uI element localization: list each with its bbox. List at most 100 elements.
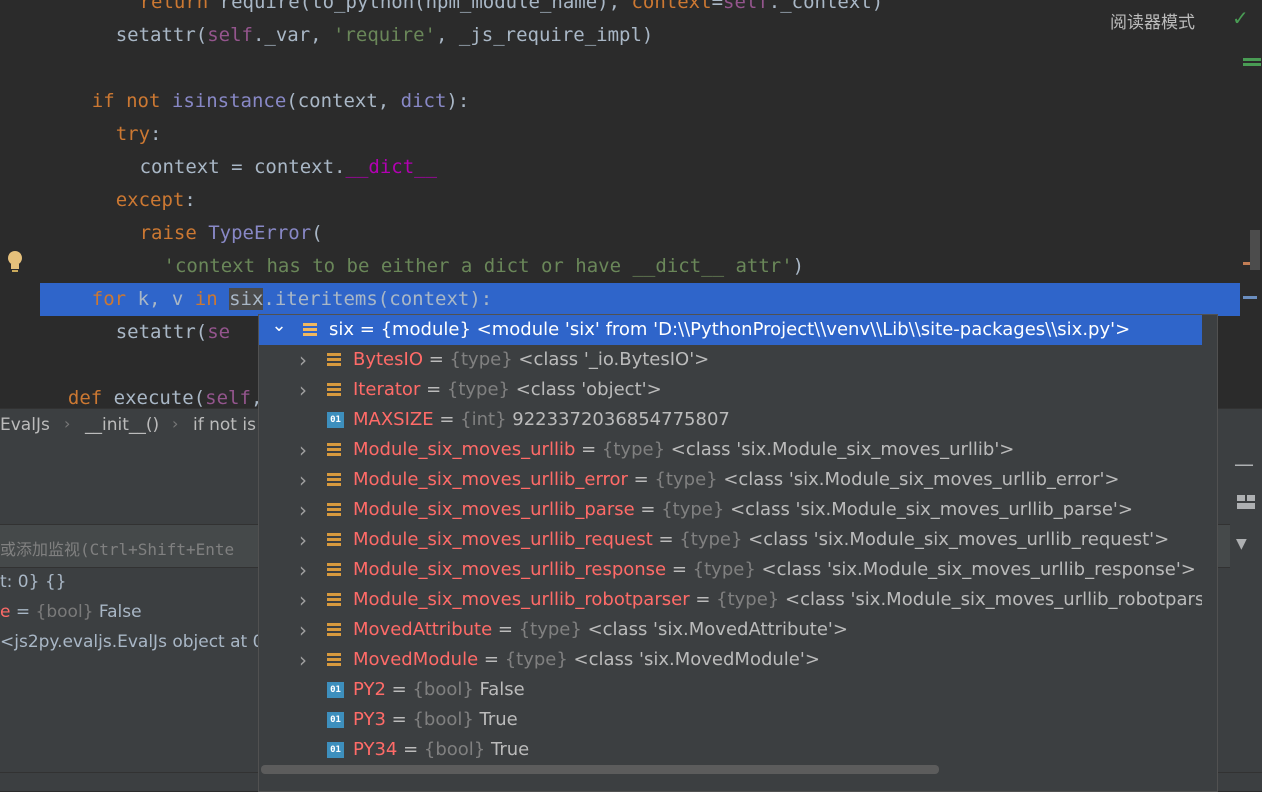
popup-horizontal-scrollbar[interactable] <box>261 765 939 774</box>
variable-name: Module_six_moves_urllib <box>353 439 576 460</box>
code-token: execute( <box>113 387 206 408</box>
editor-scrollbar[interactable] <box>1250 230 1260 270</box>
chevron-down-icon[interactable]: ▼ <box>1236 536 1247 552</box>
code-token: def <box>67 387 114 408</box>
tree-row[interactable]: › Module_six_moves_urllib_parse = {type} … <box>259 495 1202 525</box>
tree-row[interactable]: › Module_six_moves_urllib_request = {type… <box>259 525 1202 555</box>
tree-row[interactable]: 01 MAXSIZE = {int} 9223372036854775807 <box>259 405 1202 435</box>
class-icon <box>327 623 341 637</box>
tree-row[interactable]: ⌄ six = {module} <module 'six' from 'D:\\… <box>259 315 1202 345</box>
variable-part: {bool} <box>35 602 94 622</box>
popup-scrollbar-track <box>1202 315 1216 791</box>
code-line[interactable]: if not isinstance(context, dict): <box>92 85 470 118</box>
separator: = <box>492 619 519 640</box>
minimize-icon[interactable]: — <box>1234 452 1254 476</box>
chevron-right-icon[interactable]: › <box>293 345 313 375</box>
scroll-marker <box>1243 296 1257 299</box>
code-token: TypeError <box>208 222 312 244</box>
class-icon <box>327 563 341 577</box>
chevron-right-icon[interactable]: › <box>293 525 313 555</box>
code-line[interactable]: try: <box>116 118 162 151</box>
code-line[interactable]: except: <box>116 184 196 217</box>
code-line[interactable]: return require(to_python(npm_module_name… <box>140 0 884 19</box>
variable-part: = <box>10 602 36 622</box>
code-line[interactable]: setattr(self._var, 'require', _js_requir… <box>116 19 654 52</box>
separator: = <box>354 319 381 340</box>
chevron-right-icon[interactable]: › <box>293 585 313 615</box>
code-line[interactable]: setattr(se <box>116 316 230 349</box>
variable-value: 9223372036854775807 <box>506 409 730 430</box>
separator: = <box>689 589 717 610</box>
tree-row-text: MovedAttribute = {type} <class 'six.Move… <box>353 615 848 645</box>
tree-row[interactable]: › Module_six_moves_urllib_response = {typ… <box>259 555 1202 585</box>
chevron-right-icon: › <box>172 414 179 433</box>
code-token: __dict__ <box>345 156 438 178</box>
code-token: 'require' <box>333 24 436 46</box>
code-line[interactable]: for k, v in six.iteritems(context): <box>92 283 492 316</box>
variable-type: {int} <box>460 409 507 430</box>
code-line[interactable]: def execute(self, <box>68 382 263 408</box>
variable-row[interactable]: <js2py.evaljs.EvalJs object at 0 <box>0 632 263 652</box>
code-token: context = context. <box>139 156 346 178</box>
tree-row-text: PY2 = {bool} False <box>353 675 525 705</box>
code-line[interactable]: raise TypeError( <box>140 217 323 250</box>
chevron-down-icon[interactable]: ⌄ <box>269 315 289 341</box>
lightbulb-icon[interactable] <box>6 250 24 274</box>
tree-row[interactable]: › Module_six_moves_urllib_error = {type} … <box>259 465 1202 495</box>
class-icon <box>327 353 341 367</box>
code-token: context <box>631 0 712 13</box>
chevron-right-icon[interactable]: › <box>293 555 313 585</box>
breadcrumb-item[interactable]: EvalJs <box>0 415 50 435</box>
tree-row-text: Module_six_moves_urllib = {type} <class … <box>353 435 1014 465</box>
code-token: se <box>207 321 231 343</box>
tree-row[interactable]: › BytesIO = {type} <class '_io.BytesIO'> <box>259 345 1202 375</box>
separator: = <box>397 739 424 760</box>
tree-row[interactable]: › Module_six_moves_urllib_robotparser = {… <box>259 585 1217 615</box>
code-token: dict <box>400 90 447 112</box>
code-token: self <box>723 0 769 13</box>
scroll-marker <box>1243 58 1261 61</box>
breadcrumb-item[interactable]: if not is <box>193 415 256 435</box>
tree-row[interactable]: 01 PY2 = {bool} False <box>259 675 1202 705</box>
code-token: (context, <box>286 90 401 112</box>
layout-icon[interactable] <box>1236 494 1258 514</box>
tree-row[interactable]: › Module_six_moves_urllib = {type} <class… <box>259 435 1202 465</box>
chevron-right-icon[interactable]: › <box>293 615 313 645</box>
code-line[interactable]: 'context has to be either a dict or have… <box>164 250 805 283</box>
chevron-right-icon[interactable]: › <box>293 435 313 465</box>
tree-row-text: six = {module} <module 'six' from 'D:\\P… <box>329 315 1130 345</box>
chevron-right-icon[interactable]: › <box>293 375 313 405</box>
chevron-right-icon[interactable]: › <box>293 465 313 495</box>
separator: = <box>634 499 662 520</box>
code-token: .iteritems(context): <box>263 288 493 310</box>
tree-row[interactable]: 01 PY3 = {bool} True <box>259 705 1202 735</box>
variable-type: {type} <box>446 379 510 400</box>
variable-name: PY2 <box>353 679 386 700</box>
breadcrumb-item[interactable]: __init__() <box>85 415 159 435</box>
tree-row[interactable]: › MovedModule = {type} <class 'six.MovedM… <box>259 645 1202 675</box>
code-token: for <box>91 288 138 310</box>
class-icon <box>327 443 341 457</box>
chevron-right-icon[interactable]: › <box>293 495 313 525</box>
code-token: = <box>711 0 724 13</box>
variable-row[interactable]: t: 0} {} <box>0 572 66 592</box>
variable-inspect-popup[interactable]: ⌄ six = {module} <module 'six' from 'D:\\… <box>258 314 1218 792</box>
code-token: setattr( <box>115 24 208 46</box>
code-line[interactable]: context = context.__dict__ <box>140 151 437 184</box>
variable-row[interactable]: e = {bool} False <box>0 602 142 622</box>
code-token: setattr( <box>115 321 208 343</box>
inspection-ok-icon[interactable]: ✓ <box>1232 6 1249 30</box>
chevron-right-icon[interactable]: › <box>293 645 313 675</box>
watch-input-placeholder[interactable]: 或添加监视(Ctrl+Shift+Ente <box>0 536 234 560</box>
variable-name: Module_six_moves_urllib_parse <box>353 499 635 520</box>
tree-row[interactable]: › Iterator = {type} <class 'object'> <box>259 375 1202 405</box>
tree-row-text: Iterator = {type} <class 'object'> <box>353 375 662 405</box>
variable-type: {type} <box>449 349 513 370</box>
variable-name: PY3 <box>353 709 386 730</box>
tree-row[interactable]: 01 PY34 = {bool} True <box>259 735 1202 765</box>
code-token: 'context has to be either a dict or have… <box>163 255 793 277</box>
separator: = <box>627 469 655 490</box>
reader-mode-toggle[interactable]: 阅读器模式 <box>1110 8 1195 33</box>
variable-name: BytesIO <box>353 349 423 370</box>
tree-row[interactable]: › MovedAttribute = {type} <class 'six.Mov… <box>259 615 1202 645</box>
